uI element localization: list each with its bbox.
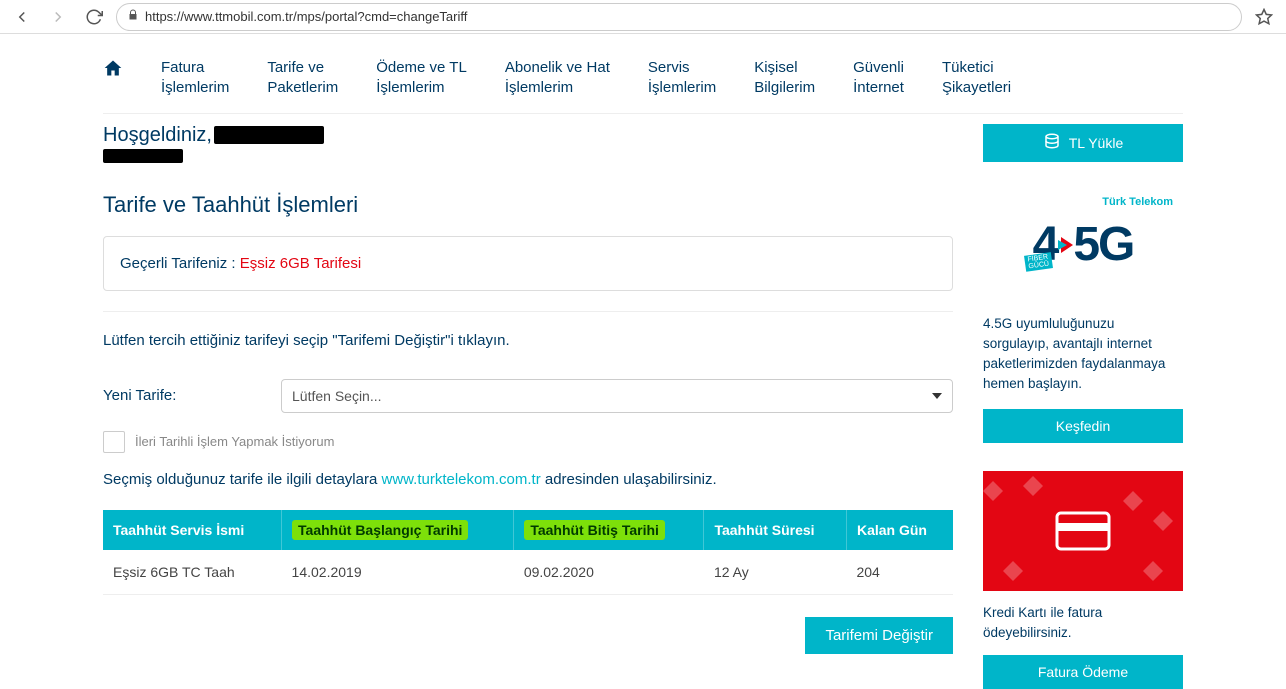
tl-yukle-button[interactable]: TL Yükle: [983, 124, 1183, 162]
nav-fatura[interactable]: Fatura İşlemlerim: [161, 58, 229, 99]
th-duration: Taahhüt Süresi: [704, 510, 846, 550]
redacted-name: [214, 126, 324, 144]
future-date-label: İleri Tarihli İşlem Yapmak İstiyorum: [135, 434, 334, 449]
reload-button[interactable]: [80, 3, 108, 31]
details-text: Seçmiş olduğunuz tarife ile ilgili detay…: [103, 471, 953, 488]
nav-guvenli[interactable]: Güvenli İnternet: [853, 58, 904, 99]
new-tariff-label: Yeni Tarife:: [103, 387, 253, 404]
select-placeholder: Lütfen Seçin...: [292, 388, 382, 404]
kesfedin-button[interactable]: Keşfedin: [983, 409, 1183, 443]
details-link[interactable]: www.turktelekom.com.tr: [381, 471, 540, 488]
coins-icon: [1043, 132, 1061, 153]
nav-odeme[interactable]: Ödeme ve TL İşlemlerim: [376, 58, 467, 99]
th-service: Taahhüt Servis İsmi: [103, 510, 282, 550]
current-tariff-box: Geçerli Tarifeniz : Eşsiz 6GB Tarifesi: [103, 236, 953, 291]
fatura-odeme-button[interactable]: Fatura Ödeme: [983, 655, 1183, 689]
th-end: Taahhüt Bitiş Tarihi: [514, 510, 704, 550]
promo1-text: 4.5G uyumluluğunuzu sorgulayıp, avantajl…: [983, 314, 1183, 395]
promo-credit-card: [983, 471, 1183, 591]
current-tariff-name: Eşsiz 6GB Tarifesi: [240, 255, 361, 272]
instruction-text: Lütfen tercih ettiğiniz tarifeyi seçip "…: [103, 332, 953, 349]
sidebar: TL Yükle Türk Telekom 4 5 G FİBER GÜCÜ 4…: [983, 124, 1183, 689]
promo-4-5g: Türk Telekom 4 5 G FİBER GÜCÜ 4.5G uyuml…: [983, 190, 1183, 443]
change-tariff-button[interactable]: Tarifemi Değiştir: [805, 617, 953, 654]
page-title: Tarife ve Taahhüt İşlemleri: [103, 192, 953, 218]
welcome-text: Hoşgeldiniz,: [103, 124, 953, 147]
th-start: Taahhüt Başlangıç Tarihi: [282, 510, 514, 550]
chevron-down-icon: [932, 388, 942, 404]
nav-abonelik[interactable]: Abonelik ve Hat İşlemlerim: [505, 58, 610, 99]
commitment-table: Taahhüt Servis İsmi Taahhüt Başlangıç Ta…: [103, 510, 953, 595]
nav-servis[interactable]: Servis İşlemlerim: [648, 58, 716, 99]
current-tariff-label: Geçerli Tarifeniz :: [120, 255, 236, 272]
back-button[interactable]: [8, 3, 36, 31]
address-bar[interactable]: https://www.ttmobil.com.tr/mps/portal?cm…: [116, 3, 1242, 31]
lock-icon: [127, 9, 139, 24]
main-nav: Fatura İşlemlerim Tarife ve Paketlerim Ö…: [103, 44, 1183, 114]
nav-tarife[interactable]: Tarife ve Paketlerim: [267, 58, 338, 99]
forward-button[interactable]: [44, 3, 72, 31]
nav-tuketici[interactable]: Tüketici Şikayetleri: [942, 58, 1011, 99]
brand-label: Türk Telekom: [1102, 196, 1173, 208]
fiber-badge: FİBER GÜCÜ: [1024, 252, 1053, 272]
promo2-text: Kredi Kartı ile fatura ödeyebilirsiniz.: [983, 603, 1183, 644]
redacted-sub: [103, 149, 183, 163]
nav-kisisel[interactable]: Kişisel Bilgilerim: [754, 58, 815, 99]
bookmark-star-icon[interactable]: [1250, 8, 1278, 26]
browser-toolbar: https://www.ttmobil.com.tr/mps/portal?cm…: [0, 0, 1286, 34]
home-icon[interactable]: [103, 58, 123, 83]
new-tariff-select[interactable]: Lütfen Seçin...: [281, 379, 953, 413]
future-date-checkbox[interactable]: [103, 431, 125, 453]
url-text: https://www.ttmobil.com.tr/mps/portal?cm…: [145, 9, 467, 24]
main-content: Hoşgeldiniz, Tarife ve Taahhüt İşlemleri…: [103, 124, 953, 689]
th-remaining: Kalan Gün: [846, 510, 953, 550]
table-row: Eşsiz 6GB TC Taah 14.02.2019 09.02.2020 …: [103, 550, 953, 595]
